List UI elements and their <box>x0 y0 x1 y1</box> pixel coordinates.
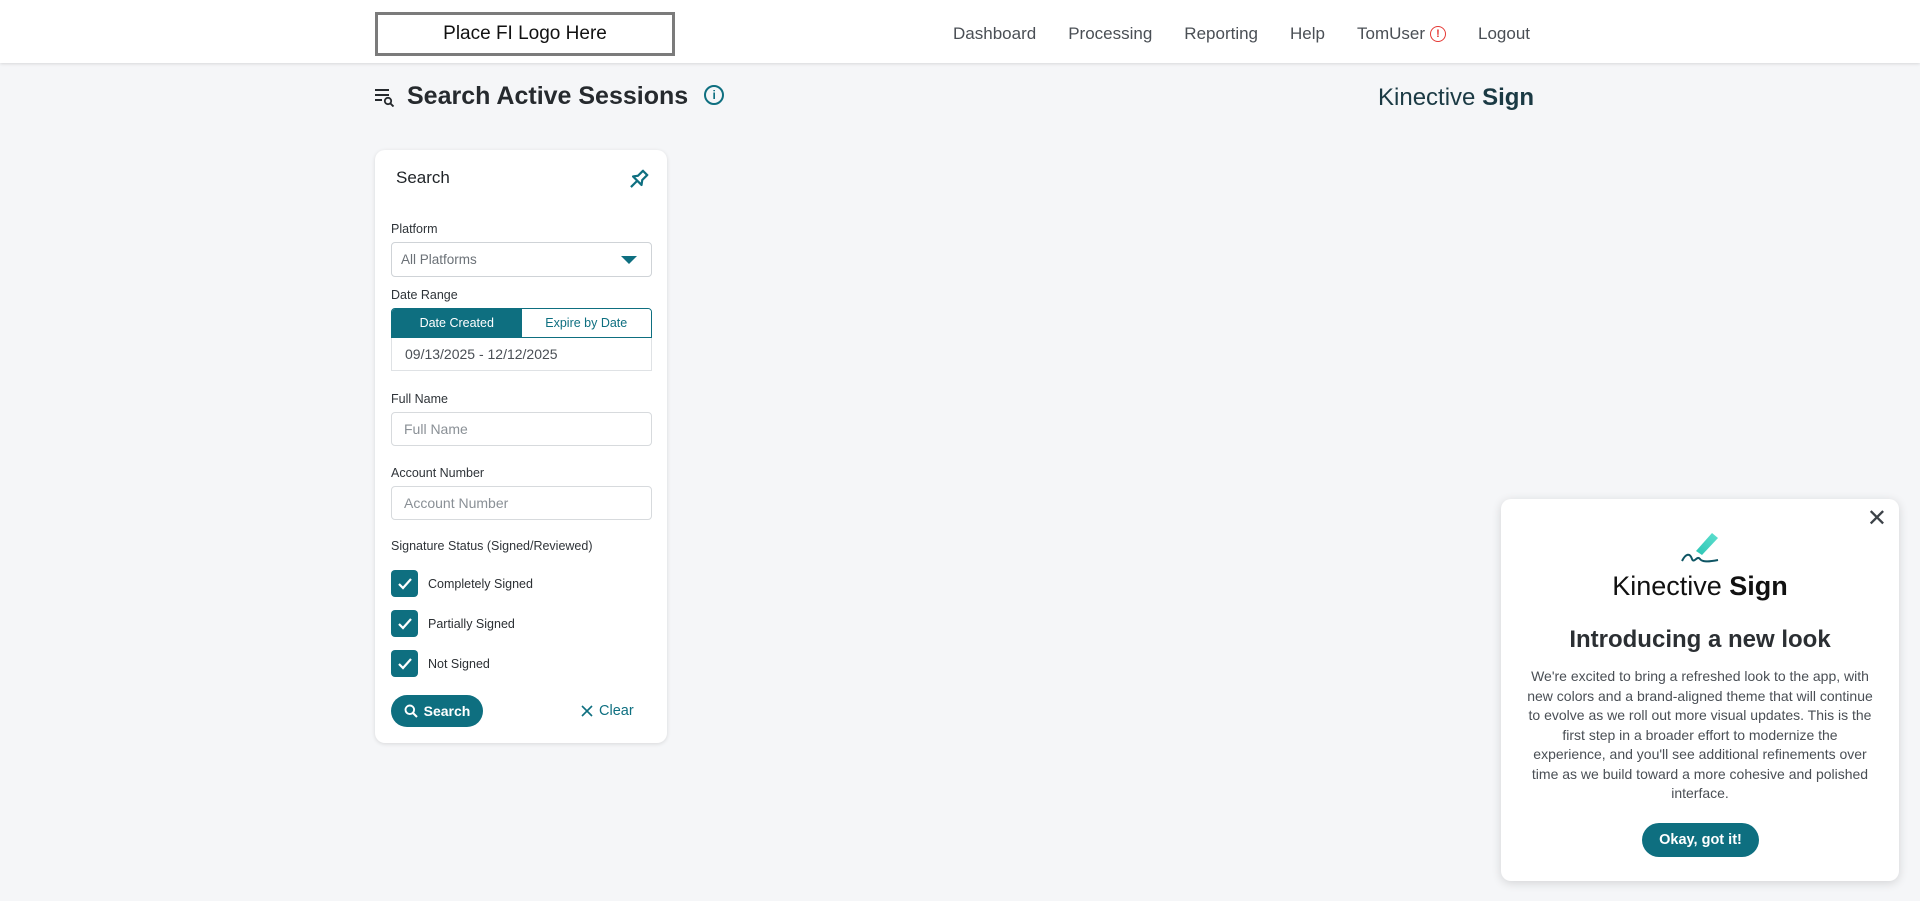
pen-signature-icon <box>1681 533 1719 563</box>
checkbox-completely-signed[interactable]: Completely Signed <box>391 570 533 597</box>
check-icon <box>397 577 412 590</box>
date-range-label: Date Range <box>391 288 458 302</box>
top-navbar: Place FI Logo Here Dashboard Processing … <box>0 0 1920 63</box>
page-title: Search Active Sessions <box>407 82 689 110</box>
brand-light-text: Kinective <box>1378 84 1476 111</box>
alert-icon: ! <box>1430 26 1446 42</box>
popup-brand-bold: Sign <box>1729 571 1788 601</box>
checkbox-label: Partially Signed <box>428 616 515 631</box>
date-range-toggle: Date Created Expire by Date <box>391 308 652 338</box>
checkbox-checked[interactable] <box>391 610 418 637</box>
user-name: TomUser <box>1356 24 1425 43</box>
search-list-icon <box>375 88 395 107</box>
popup-body-text: We're excited to bring a refreshed look … <box>1527 668 1873 801</box>
checkbox-label: Completely Signed <box>428 576 533 591</box>
nav-help[interactable]: Help <box>1290 24 1325 44</box>
nav-user[interactable]: TomUser ! <box>1357 24 1446 44</box>
nav-reporting[interactable]: Reporting <box>1184 24 1258 44</box>
account-number-label: Account Number <box>391 466 485 480</box>
account-number-field[interactable] <box>391 486 652 520</box>
pin-icon[interactable] <box>624 166 652 194</box>
checkbox-checked[interactable] <box>391 650 418 677</box>
chevron-down-icon <box>621 256 637 264</box>
okay-got-it-button[interactable]: Okay, got it! <box>1642 823 1759 857</box>
search-button-label: Search <box>423 703 471 719</box>
platform-label: Platform <box>391 222 438 236</box>
full-name-field[interactable] <box>391 412 652 446</box>
close-icon <box>581 705 593 717</box>
checkbox-label: Not Signed <box>428 656 490 671</box>
search-icon <box>404 704 418 718</box>
page-title-row: Search Active Sessions i <box>375 82 725 111</box>
nav-logout[interactable]: Logout <box>1478 24 1530 44</box>
popup-heading: Introducing a new look <box>1569 626 1831 653</box>
signature-status-label: Signature Status (Signed/Reviewed) <box>391 539 593 553</box>
brand-logo: Kinective Sign <box>1378 84 1534 112</box>
popup-brand-logo: Kinective Sign <box>1501 571 1899 602</box>
check-icon <box>397 617 412 630</box>
fi-logo-placeholder[interactable]: Place FI Logo Here <box>375 12 675 56</box>
platform-select[interactable]: All Platforms <box>391 242 652 277</box>
info-icon[interactable]: i <box>704 84 725 105</box>
checkbox-checked[interactable] <box>391 570 418 597</box>
platform-select-value: All Platforms <box>401 252 477 267</box>
nav-dashboard[interactable]: Dashboard <box>953 24 1036 44</box>
tab-expire-by-date[interactable]: Expire by Date <box>521 309 651 337</box>
close-icon[interactable]: ✕ <box>1867 507 1887 531</box>
check-icon <box>397 657 412 670</box>
search-panel-title: Search <box>396 168 450 187</box>
clear-button-label: Clear <box>599 703 634 719</box>
checkbox-partially-signed[interactable]: Partially Signed <box>391 610 515 637</box>
clear-button[interactable]: Clear <box>581 695 634 727</box>
date-range-input[interactable]: 09/13/2025 - 12/12/2025 <box>391 338 652 371</box>
new-look-popup: ✕ Kinective Sign Introducing a new look … <box>1501 499 1899 881</box>
nav-processing[interactable]: Processing <box>1068 24 1152 44</box>
search-panel: Search Platform All Platforms Date Range… <box>375 150 667 743</box>
full-name-label: Full Name <box>391 392 448 406</box>
tab-date-created[interactable]: Date Created <box>392 309 522 337</box>
brand-bold-text: Sign <box>1482 84 1535 111</box>
search-button[interactable]: Search <box>391 695 483 727</box>
popup-brand-light: Kinective <box>1612 571 1722 601</box>
checkbox-not-signed[interactable]: Not Signed <box>391 650 490 677</box>
main-nav: Dashboard Processing Reporting Help TomU… <box>953 0 1530 68</box>
